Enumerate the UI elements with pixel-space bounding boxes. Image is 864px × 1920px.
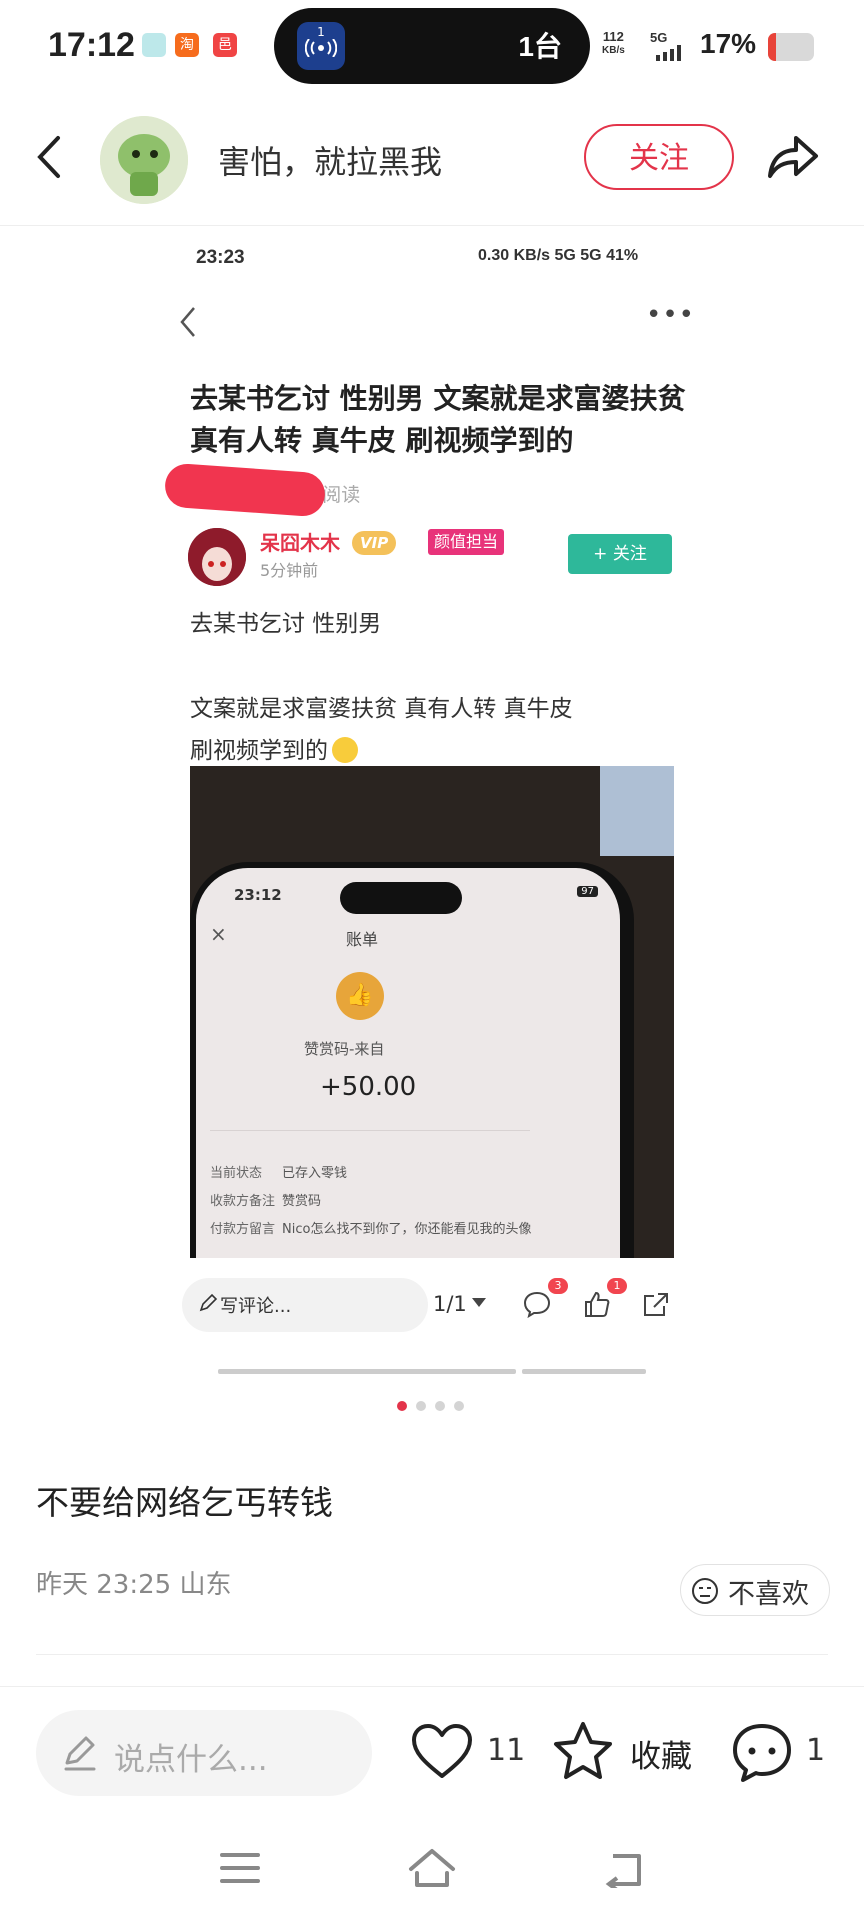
star-icon[interactable] bbox=[552, 1720, 614, 1786]
comment-input-placeholder[interactable]: 说点什么... bbox=[114, 1734, 268, 1779]
carousel-dot[interactable] bbox=[416, 1401, 426, 1411]
menu-icon[interactable] bbox=[220, 1852, 260, 1888]
embedded-share-icon bbox=[640, 1290, 670, 1322]
pencil-icon bbox=[198, 1293, 218, 1317]
status-time: 17:12 bbox=[48, 26, 135, 64]
title-badge: 颜值担当 bbox=[428, 529, 505, 555]
phone-in-photo: 23:12 97 × 账单 👍 赞赏码-来自 +50.00 当前状态 已存入零钱… bbox=[190, 862, 634, 1258]
heart-icon[interactable] bbox=[410, 1722, 474, 1786]
embedded-author-avatar bbox=[188, 528, 246, 586]
author-name[interactable]: 害怕，就拉黑我 bbox=[218, 137, 442, 183]
share-button[interactable] bbox=[764, 130, 824, 182]
embedded-back-icon bbox=[178, 305, 198, 343]
island-text: 1台 bbox=[518, 31, 562, 62]
favorite-label[interactable]: 收藏 bbox=[630, 1731, 692, 1776]
carousel-dot[interactable] bbox=[454, 1401, 464, 1411]
laughing-emoji-icon bbox=[332, 737, 358, 763]
divider bbox=[0, 1686, 864, 1687]
signal-icon: 5G bbox=[650, 30, 686, 64]
chevron-left-icon bbox=[37, 136, 60, 178]
home-icon[interactable] bbox=[407, 1847, 457, 1893]
carousel-dot[interactable] bbox=[397, 1401, 407, 1411]
pencil-icon bbox=[62, 1733, 98, 1777]
redaction-mark bbox=[163, 462, 327, 518]
comment-icon[interactable] bbox=[730, 1722, 794, 1788]
carousel-dot[interactable] bbox=[435, 1401, 445, 1411]
neutral-face-icon bbox=[692, 1578, 718, 1604]
embedded-page-indicator: 1/1 bbox=[433, 1292, 467, 1316]
progress-segment bbox=[522, 1369, 646, 1374]
app-icon: 邑 bbox=[213, 33, 237, 57]
battery-percent: 17% bbox=[700, 28, 757, 59]
follow-button[interactable]: 关注 bbox=[584, 124, 734, 190]
embedded-follow-button: + 关注 bbox=[568, 534, 672, 574]
embedded-post-time: 5分钟前 bbox=[260, 561, 319, 580]
comment-count[interactable]: 1 bbox=[806, 1733, 825, 1768]
taobao-icon: 淘 bbox=[175, 33, 199, 57]
broadcast-icon: 1 bbox=[297, 22, 345, 70]
embedded-title: 去某书乞讨 性别男 文案就是求富婆扶贫 真有人转 真牛皮 刷视频学到的 bbox=[190, 382, 686, 457]
dynamic-island[interactable]: 1 1台 bbox=[274, 8, 590, 84]
embedded-comment-badge: 3 bbox=[548, 1278, 568, 1294]
progress-segment bbox=[346, 1369, 516, 1374]
post-meta: 昨天 23:25 山东 bbox=[36, 1570, 232, 1600]
embedded-comment-icon bbox=[522, 1290, 552, 1322]
embedded-comment-placeholder: 写评论... bbox=[220, 1296, 292, 1317]
embedded-body: 文案就是求富婆扶贫 真有人转 真牛皮 刷视频学到的 bbox=[190, 696, 573, 764]
app-notification-icon bbox=[142, 33, 166, 57]
back-nav-icon[interactable] bbox=[603, 1852, 645, 1892]
network-speed: 112 KB/s bbox=[602, 29, 625, 57]
like-count[interactable]: 11 bbox=[487, 1733, 525, 1768]
embedded-body-line: 去某书乞讨 性别男 bbox=[190, 611, 382, 637]
share-icon bbox=[768, 136, 818, 178]
vip-badge: VIP bbox=[352, 531, 397, 555]
author-avatar[interactable] bbox=[100, 116, 188, 204]
embedded-status-time: 23:23 bbox=[196, 247, 245, 268]
embedded-like-icon bbox=[582, 1290, 612, 1322]
divider bbox=[36, 1654, 828, 1655]
post-text: 不要给网络乞丐转钱 bbox=[36, 1483, 333, 1522]
embedded-more-icon: ••• bbox=[646, 300, 696, 330]
battery-icon bbox=[768, 33, 814, 61]
header-divider bbox=[0, 225, 864, 226]
embedded-comment-box bbox=[182, 1278, 428, 1332]
close-icon: × bbox=[210, 922, 227, 946]
dislike-label: 不喜欢 bbox=[728, 1579, 809, 1610]
embedded-photo: 23:12 97 × 账单 👍 赞赏码-来自 +50.00 当前状态 已存入零钱… bbox=[190, 766, 674, 1258]
thumbs-up-coin-icon: 👍 bbox=[336, 972, 384, 1020]
back-button[interactable] bbox=[30, 132, 70, 182]
embedded-like-badge: 1 bbox=[607, 1278, 627, 1294]
embedded-status-icons: 0.30 KB/s 5G 5G 41% bbox=[478, 247, 639, 264]
caret-down-icon bbox=[472, 1298, 486, 1307]
embedded-author-name: 呆囧木木 bbox=[260, 531, 340, 555]
